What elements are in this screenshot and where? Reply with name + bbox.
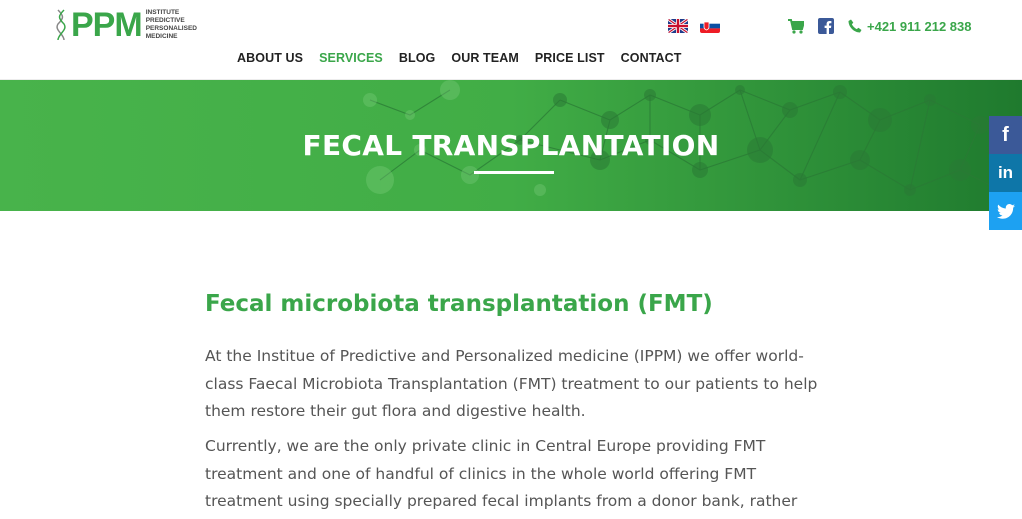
facebook-share-icon: f (1002, 123, 1009, 146)
logo-line: MEDICINE (145, 33, 178, 40)
linkedin-share-icon: in (997, 163, 1014, 182)
logo-line: INSTITUTE (145, 9, 180, 16)
phone-number: +421 911 212 838 (867, 18, 972, 34)
main-content: Fecal microbiota transplantation (FMT) A… (205, 289, 825, 510)
logo-subtitle: INSTITUTE PREDICTIVE PERSONALISED MEDICI… (146, 9, 197, 41)
english-flag-icon[interactable] (668, 19, 688, 33)
body-paragraph: Currently, we are the only private clini… (205, 437, 798, 510)
facebook-icon[interactable] (818, 18, 834, 34)
cart-icon[interactable] (788, 18, 804, 34)
language-switcher (668, 19, 720, 33)
social-share-bar: f in (989, 116, 1022, 230)
logo[interactable]: PPM INSTITUTE PREDICTIVE PERSONALISED ME… (56, 8, 197, 42)
nav-contact[interactable]: CONTACT (621, 51, 682, 65)
share-facebook-button[interactable]: f (989, 116, 1022, 154)
logo-line: PREDICTIVE (145, 17, 185, 24)
title-underline (474, 171, 554, 174)
main-nav: ABOUT US SERVICES BLOG OUR TEAM PRICE LI… (237, 51, 682, 65)
hero-banner: FECAL TRANSPLANTATION (0, 80, 1022, 211)
dna-icon (56, 9, 66, 41)
intro-paragraph: At the Institue of Predictive and Person… (205, 347, 818, 420)
nav-services[interactable]: SERVICES (319, 51, 383, 65)
page-title: FECAL TRANSPLANTATION (302, 129, 720, 162)
twitter-icon (996, 203, 1015, 219)
slovak-flag-icon[interactable] (700, 19, 720, 33)
logo-mark: PPM (71, 6, 143, 44)
nav-blog[interactable]: BLOG (399, 51, 436, 65)
contact-bar: +421 911 212 838 (788, 18, 971, 34)
logo-line: PERSONALISED (145, 25, 197, 32)
nav-price-list[interactable]: PRICE LIST (535, 51, 605, 65)
phone-link[interactable]: +421 911 212 838 (848, 19, 971, 34)
share-twitter-button[interactable] (989, 192, 1022, 230)
phone-icon (848, 19, 862, 33)
site-header: PPM INSTITUTE PREDICTIVE PERSONALISED ME… (0, 0, 1022, 80)
section-heading: Fecal microbiota transplantation (FMT) (205, 291, 713, 317)
nav-our-team[interactable]: OUR TEAM (451, 51, 518, 65)
nav-about-us[interactable]: ABOUT US (237, 51, 303, 65)
share-linkedin-button[interactable]: in (989, 154, 1022, 192)
